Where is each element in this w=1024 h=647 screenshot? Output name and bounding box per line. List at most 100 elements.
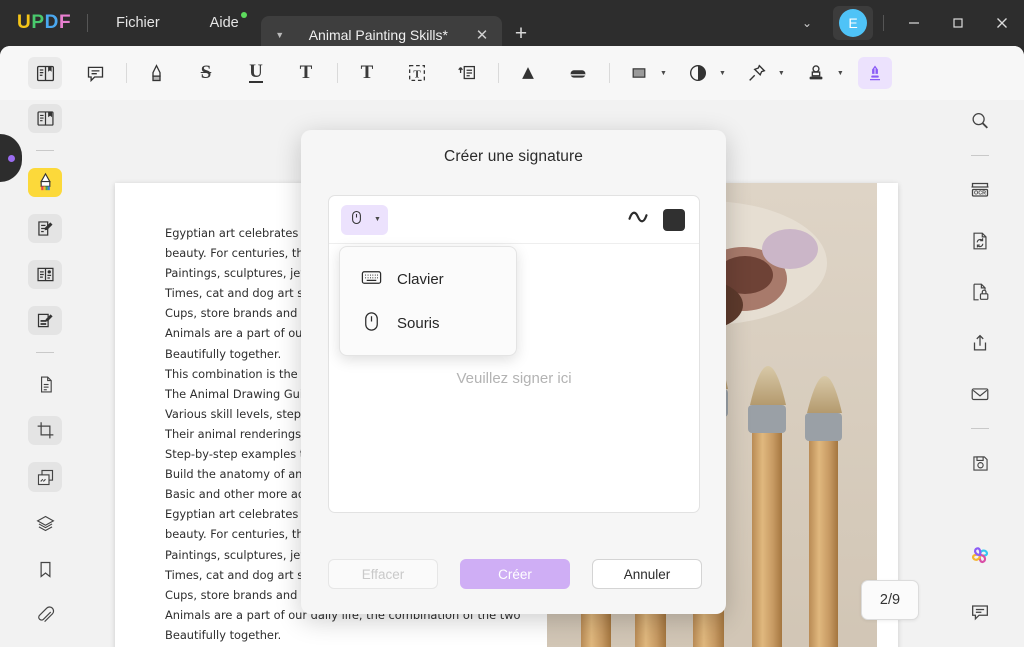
sticker-tool[interactable]: ▼ [681, 57, 726, 89]
signature-mode-dropdown: Clavier Souris [339, 246, 517, 356]
app-window: U P D F Fichier Aide ▼ Animal Painting S… [0, 0, 1024, 647]
save-button[interactable] [963, 446, 997, 480]
close-button[interactable] [980, 0, 1024, 46]
squiggle-line-icon[interactable] [627, 208, 649, 231]
email-button[interactable] [963, 377, 997, 411]
window-controls-group: ⌄ E [787, 0, 1024, 46]
tab-title: Animal Painting Skills* [308, 27, 448, 43]
signature-placeholder: Veuillez signer ici [456, 369, 572, 387]
main-area: S U T T T ▼ ▼ ▼ ▼ Egyptian art celebrate… [0, 46, 1024, 647]
left-sidebar [0, 100, 90, 647]
comment-icon[interactable] [78, 57, 112, 89]
sidebar-item-edit[interactable] [28, 214, 62, 244]
search-button[interactable] [963, 104, 997, 138]
sidebar-item-batch[interactable] [28, 462, 62, 492]
convert-button[interactable] [963, 224, 997, 258]
chevron-down-icon[interactable]: ▼ [719, 70, 726, 77]
share-button[interactable] [963, 326, 997, 360]
sidebar-item-attachment[interactable] [28, 601, 62, 630]
rectangle-icon[interactable] [622, 57, 656, 89]
pin-icon[interactable] [740, 57, 774, 89]
logo-letter-f: F [58, 12, 72, 33]
dropdown-item-clavier[interactable]: Clavier [340, 257, 516, 301]
stamp-tool[interactable]: ▼ [799, 57, 844, 89]
menu-aide-label: Aide [209, 15, 239, 31]
pin-tool[interactable]: ▼ [740, 57, 785, 89]
sidebar-item-annotate[interactable] [28, 167, 62, 198]
text-field-icon[interactable]: T [400, 57, 434, 89]
create-button[interactable]: Créer [460, 559, 570, 589]
rectangle-tool[interactable]: ▼ [622, 57, 667, 89]
erase-button[interactable]: Effacer [328, 559, 438, 589]
ai-assistant-button[interactable] [963, 539, 997, 573]
signature-pen-icon[interactable] [857, 57, 892, 89]
maximize-button[interactable] [936, 0, 980, 46]
minimize-button[interactable] [892, 0, 936, 46]
shape-triangle-icon[interactable] [511, 57, 545, 89]
menu-aide[interactable]: Aide [198, 10, 251, 36]
ocr-button[interactable]: OCR [963, 173, 997, 207]
sidebar-item-reader[interactable] [28, 104, 62, 134]
chevron-down-icon[interactable]: ▼ [837, 70, 844, 77]
tab-strip: ▼ Animal Painting Skills* ✕ + [260, 0, 540, 54]
chevron-down-icon[interactable]: ▼ [374, 216, 381, 223]
create-signature-dialog: Créer une signature ▼ Veuillez signer ic… [301, 130, 726, 614]
right-sidebar: OCR [936, 100, 1024, 647]
chevron-down-icon[interactable]: ⌄ [787, 16, 827, 30]
sidebar-item-form[interactable] [28, 306, 62, 336]
page-indicator[interactable]: 2/9 [861, 580, 919, 620]
signature-toolbar: ▼ [329, 196, 699, 244]
reading-mode-icon[interactable] [28, 57, 62, 89]
sidebar-divider [971, 428, 989, 429]
eraser-icon[interactable] [561, 57, 595, 89]
avatar-button[interactable]: E [833, 6, 873, 40]
annotation-toolbar: S U T T T ▼ ▼ ▼ ▼ [0, 46, 1024, 100]
close-icon[interactable]: ✕ [472, 28, 492, 43]
doc-line: Beautifully together. [165, 627, 282, 642]
logo-letter-d: D [44, 12, 59, 33]
notification-dot-icon [240, 12, 247, 18]
chat-button[interactable] [963, 595, 997, 629]
sidebar-divider [36, 150, 54, 151]
sticker-icon[interactable] [681, 57, 715, 89]
avatar: E [839, 9, 867, 37]
svg-text:T: T [413, 69, 421, 81]
controls-divider [883, 15, 884, 31]
underline-icon[interactable]: U [239, 57, 273, 89]
toolbar-divider [609, 63, 610, 83]
strikethrough-icon[interactable]: S [189, 57, 223, 89]
toolbar-divider [126, 63, 127, 83]
sidebar-item-convert[interactable] [28, 370, 62, 399]
sidebar-item-layers[interactable] [28, 509, 62, 538]
cancel-button[interactable]: Annuler [592, 559, 702, 589]
sidebar-item-crop[interactable] [28, 416, 62, 446]
dialog-actions: Effacer Créer Annuler [301, 559, 726, 589]
title-bar: U P D F Fichier Aide ▼ Animal Painting S… [0, 0, 1024, 54]
menu-fichier[interactable]: Fichier [104, 10, 172, 36]
chevron-down-icon[interactable]: ▼ [778, 70, 785, 77]
note-icon[interactable] [450, 57, 484, 89]
signature-mode-selector[interactable]: ▼ [341, 204, 388, 235]
signature-style-tools [627, 208, 685, 231]
protect-button[interactable] [963, 275, 997, 309]
text-box-icon[interactable]: T [350, 57, 384, 89]
keyboard-icon [360, 266, 383, 293]
dialog-title: Créer une signature [444, 148, 583, 165]
sidebar-divider [971, 155, 989, 156]
dropdown-item-label: Clavier [397, 270, 444, 288]
sidebar-item-organize[interactable] [28, 260, 62, 290]
color-swatch[interactable] [663, 208, 685, 231]
logo-divider [87, 14, 89, 32]
sidebar-item-bookmark[interactable] [28, 555, 62, 584]
plus-icon[interactable]: + [502, 22, 540, 46]
mouse-icon [360, 310, 383, 337]
mouse-icon [348, 209, 365, 231]
chevron-down-icon[interactable]: ▼ [660, 70, 667, 77]
highlight-pen-icon[interactable] [139, 57, 173, 89]
text-icon[interactable]: T [289, 57, 323, 89]
svg-text:OCR: OCR [974, 191, 986, 197]
app-logo: U P D F [17, 12, 71, 34]
toolbar-divider [337, 63, 338, 83]
dropdown-item-souris[interactable]: Souris [340, 301, 516, 345]
stamp-icon[interactable] [799, 57, 833, 89]
